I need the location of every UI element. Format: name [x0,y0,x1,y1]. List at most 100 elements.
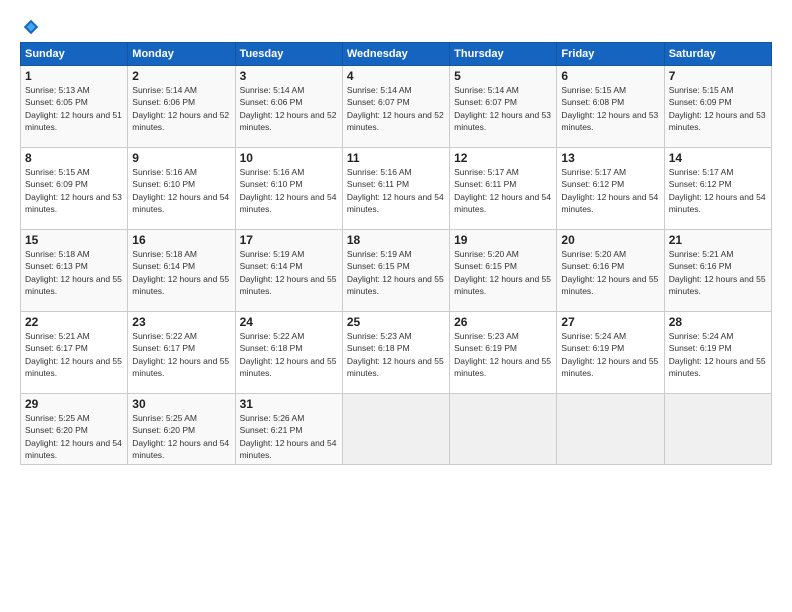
week-row-5: 29 Sunrise: 5:25 AMSunset: 6:20 PMDaylig… [21,394,772,465]
day-detail: Sunrise: 5:20 AMSunset: 6:16 PMDaylight:… [561,248,659,297]
day-number: 9 [132,151,230,165]
day-cell-12: 12 Sunrise: 5:17 AMSunset: 6:11 PMDaylig… [450,148,557,230]
day-detail: Sunrise: 5:17 AMSunset: 6:12 PMDaylight:… [561,166,659,215]
logo-icon [22,18,40,36]
day-detail: Sunrise: 5:16 AMSunset: 6:10 PMDaylight:… [240,166,338,215]
day-number: 22 [25,315,123,329]
day-number: 4 [347,69,445,83]
empty-cell [342,394,449,465]
day-cell-11: 11 Sunrise: 5:16 AMSunset: 6:11 PMDaylig… [342,148,449,230]
day-cell-16: 16 Sunrise: 5:18 AMSunset: 6:14 PMDaylig… [128,230,235,312]
day-cell-23: 23 Sunrise: 5:22 AMSunset: 6:17 PMDaylig… [128,312,235,394]
day-number: 18 [347,233,445,247]
day-cell-8: 8 Sunrise: 5:15 AMSunset: 6:09 PMDayligh… [21,148,128,230]
calendar-header: SundayMondayTuesdayWednesdayThursdayFrid… [21,43,772,66]
week-row-4: 22 Sunrise: 5:21 AMSunset: 6:17 PMDaylig… [21,312,772,394]
day-detail: Sunrise: 5:25 AMSunset: 6:20 PMDaylight:… [132,412,230,461]
day-detail: Sunrise: 5:15 AMSunset: 6:09 PMDaylight:… [25,166,123,215]
page: SundayMondayTuesdayWednesdayThursdayFrid… [0,0,792,612]
week-row-1: 1 Sunrise: 5:13 AMSunset: 6:05 PMDayligh… [21,66,772,148]
day-detail: Sunrise: 5:22 AMSunset: 6:18 PMDaylight:… [240,330,338,379]
day-header-sunday: Sunday [21,43,128,66]
day-detail: Sunrise: 5:17 AMSunset: 6:11 PMDaylight:… [454,166,552,215]
day-number: 5 [454,69,552,83]
day-header-tuesday: Tuesday [235,43,342,66]
day-cell-7: 7 Sunrise: 5:15 AMSunset: 6:09 PMDayligh… [664,66,771,148]
day-number: 21 [669,233,767,247]
day-cell-24: 24 Sunrise: 5:22 AMSunset: 6:18 PMDaylig… [235,312,342,394]
day-cell-30: 30 Sunrise: 5:25 AMSunset: 6:20 PMDaylig… [128,394,235,465]
day-number: 28 [669,315,767,329]
day-cell-17: 17 Sunrise: 5:19 AMSunset: 6:14 PMDaylig… [235,230,342,312]
day-cell-9: 9 Sunrise: 5:16 AMSunset: 6:10 PMDayligh… [128,148,235,230]
day-cell-1: 1 Sunrise: 5:13 AMSunset: 6:05 PMDayligh… [21,66,128,148]
day-number: 14 [669,151,767,165]
day-number: 3 [240,69,338,83]
empty-cell [450,394,557,465]
empty-cell [557,394,664,465]
day-detail: Sunrise: 5:18 AMSunset: 6:13 PMDaylight:… [25,248,123,297]
day-cell-22: 22 Sunrise: 5:21 AMSunset: 6:17 PMDaylig… [21,312,128,394]
day-cell-25: 25 Sunrise: 5:23 AMSunset: 6:18 PMDaylig… [342,312,449,394]
day-number: 17 [240,233,338,247]
day-detail: Sunrise: 5:15 AMSunset: 6:09 PMDaylight:… [669,84,767,133]
day-cell-31: 31 Sunrise: 5:26 AMSunset: 6:21 PMDaylig… [235,394,342,465]
day-detail: Sunrise: 5:14 AMSunset: 6:06 PMDaylight:… [240,84,338,133]
day-detail: Sunrise: 5:16 AMSunset: 6:11 PMDaylight:… [347,166,445,215]
day-detail: Sunrise: 5:13 AMSunset: 6:05 PMDaylight:… [25,84,123,133]
day-number: 1 [25,69,123,83]
day-number: 24 [240,315,338,329]
day-cell-19: 19 Sunrise: 5:20 AMSunset: 6:15 PMDaylig… [450,230,557,312]
day-detail: Sunrise: 5:23 AMSunset: 6:19 PMDaylight:… [454,330,552,379]
day-number: 16 [132,233,230,247]
calendar-table: SundayMondayTuesdayWednesdayThursdayFrid… [20,42,772,465]
day-detail: Sunrise: 5:21 AMSunset: 6:17 PMDaylight:… [25,330,123,379]
day-cell-20: 20 Sunrise: 5:20 AMSunset: 6:16 PMDaylig… [557,230,664,312]
day-header-saturday: Saturday [664,43,771,66]
day-cell-4: 4 Sunrise: 5:14 AMSunset: 6:07 PMDayligh… [342,66,449,148]
day-cell-14: 14 Sunrise: 5:17 AMSunset: 6:12 PMDaylig… [664,148,771,230]
day-number: 11 [347,151,445,165]
day-number: 2 [132,69,230,83]
day-detail: Sunrise: 5:19 AMSunset: 6:15 PMDaylight:… [347,248,445,297]
day-number: 15 [25,233,123,247]
day-cell-2: 2 Sunrise: 5:14 AMSunset: 6:06 PMDayligh… [128,66,235,148]
day-detail: Sunrise: 5:19 AMSunset: 6:14 PMDaylight:… [240,248,338,297]
day-detail: Sunrise: 5:18 AMSunset: 6:14 PMDaylight:… [132,248,230,297]
day-number: 27 [561,315,659,329]
empty-cell [664,394,771,465]
calendar-body: 1 Sunrise: 5:13 AMSunset: 6:05 PMDayligh… [21,66,772,465]
week-row-2: 8 Sunrise: 5:15 AMSunset: 6:09 PMDayligh… [21,148,772,230]
day-header-monday: Monday [128,43,235,66]
day-number: 31 [240,397,338,411]
day-cell-3: 3 Sunrise: 5:14 AMSunset: 6:06 PMDayligh… [235,66,342,148]
day-detail: Sunrise: 5:14 AMSunset: 6:06 PMDaylight:… [132,84,230,133]
day-number: 30 [132,397,230,411]
week-row-3: 15 Sunrise: 5:18 AMSunset: 6:13 PMDaylig… [21,230,772,312]
day-detail: Sunrise: 5:17 AMSunset: 6:12 PMDaylight:… [669,166,767,215]
day-detail: Sunrise: 5:24 AMSunset: 6:19 PMDaylight:… [669,330,767,379]
day-number: 23 [132,315,230,329]
day-number: 8 [25,151,123,165]
day-detail: Sunrise: 5:21 AMSunset: 6:16 PMDaylight:… [669,248,767,297]
day-number: 7 [669,69,767,83]
day-detail: Sunrise: 5:23 AMSunset: 6:18 PMDaylight:… [347,330,445,379]
day-header-thursday: Thursday [450,43,557,66]
day-detail: Sunrise: 5:24 AMSunset: 6:19 PMDaylight:… [561,330,659,379]
day-number: 25 [347,315,445,329]
day-cell-6: 6 Sunrise: 5:15 AMSunset: 6:08 PMDayligh… [557,66,664,148]
day-detail: Sunrise: 5:22 AMSunset: 6:17 PMDaylight:… [132,330,230,379]
day-cell-5: 5 Sunrise: 5:14 AMSunset: 6:07 PMDayligh… [450,66,557,148]
day-cell-26: 26 Sunrise: 5:23 AMSunset: 6:19 PMDaylig… [450,312,557,394]
day-number: 12 [454,151,552,165]
day-cell-27: 27 Sunrise: 5:24 AMSunset: 6:19 PMDaylig… [557,312,664,394]
day-detail: Sunrise: 5:14 AMSunset: 6:07 PMDaylight:… [454,84,552,133]
day-cell-28: 28 Sunrise: 5:24 AMSunset: 6:19 PMDaylig… [664,312,771,394]
day-number: 10 [240,151,338,165]
day-detail: Sunrise: 5:14 AMSunset: 6:07 PMDaylight:… [347,84,445,133]
day-cell-29: 29 Sunrise: 5:25 AMSunset: 6:20 PMDaylig… [21,394,128,465]
day-number: 20 [561,233,659,247]
day-detail: Sunrise: 5:16 AMSunset: 6:10 PMDaylight:… [132,166,230,215]
day-detail: Sunrise: 5:25 AMSunset: 6:20 PMDaylight:… [25,412,123,461]
header [20,18,772,36]
